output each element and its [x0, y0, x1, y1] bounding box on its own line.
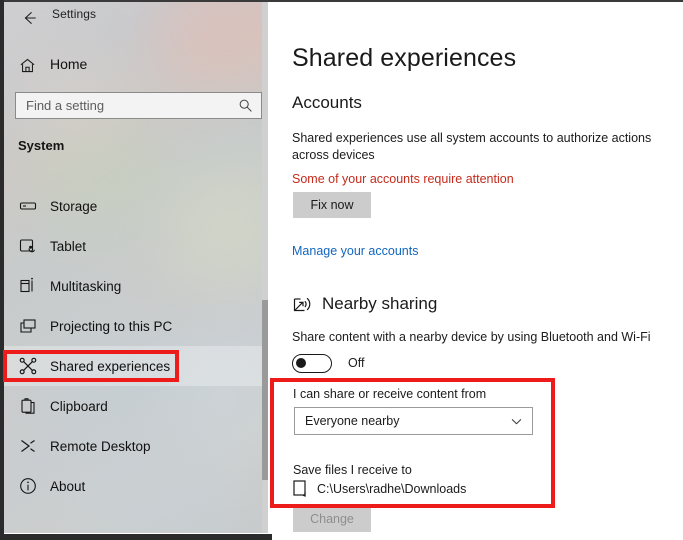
shared-experiences-icon	[18, 356, 38, 376]
save-files-path-value: C:\Users\radhe\Downloads	[317, 481, 467, 496]
settings-window: Settings Home Find a setting System Stor…	[0, 0, 683, 540]
accounts-warning-text: Some of your accounts require attention	[292, 172, 514, 186]
save-files-to-label: Save files I receive to	[293, 463, 412, 477]
accounts-heading: Accounts	[292, 93, 362, 112]
clipboard-icon	[18, 396, 38, 416]
share-from-selected-value: Everyone nearby	[305, 414, 400, 428]
tablet-icon	[18, 236, 38, 256]
sidebar-item-label: Remote Desktop	[50, 438, 151, 454]
sidebar-item-label: Tablet	[50, 238, 87, 254]
fix-now-button[interactable]: Fix now	[293, 192, 371, 218]
window-title: Settings	[52, 7, 97, 21]
remote-desktop-icon	[18, 436, 38, 456]
home-icon	[18, 56, 37, 75]
sidebar-home-label: Home	[50, 56, 88, 72]
projecting-icon	[18, 316, 38, 336]
search-placeholder-text: Find a setting	[26, 98, 105, 113]
sidebar-section-label: System	[18, 138, 65, 153]
save-files-path-row: C:\Users\radhe\Downloads	[293, 480, 466, 497]
nearby-sharing-icon	[292, 293, 314, 315]
search-input[interactable]: Find a setting	[15, 92, 262, 119]
sidebar-item-projecting-to-this-pc[interactable]: Projecting to this PC	[4, 306, 262, 346]
sidebar-item-label: Projecting to this PC	[50, 318, 173, 334]
page-title: Shared experiences	[292, 44, 517, 72]
chevron-down-icon	[510, 415, 523, 428]
nearby-sharing-toggle-state: Off	[348, 356, 365, 370]
nearby-sharing-toggle[interactable]	[292, 353, 332, 373]
search-icon[interactable]	[238, 98, 253, 113]
manage-your-accounts-link[interactable]: Manage your accounts	[292, 244, 418, 258]
sidebar-item-label: Multitasking	[50, 278, 122, 294]
title-bar: Settings	[4, 2, 262, 32]
sidebar-item-storage[interactable]: Storage	[4, 186, 262, 226]
sidebar-item-label: About	[50, 478, 86, 494]
share-from-dropdown[interactable]: Everyone nearby	[294, 407, 533, 435]
multitasking-icon	[18, 276, 38, 296]
window-bottom-border	[0, 534, 272, 540]
nearby-sharing-heading-row: Nearby sharing	[292, 293, 437, 315]
sidebar-item-tablet[interactable]: Tablet	[4, 226, 262, 266]
sidebar-item-shared-experiences[interactable]: Shared experiences	[4, 346, 262, 386]
nearby-sharing-toggle-row: Off	[292, 353, 364, 373]
sidebar-item-multitasking[interactable]: Multitasking	[4, 266, 262, 306]
sidebar-nav-list: Storage Tablet Multitasking Projecting t…	[4, 186, 262, 506]
storage-icon	[18, 196, 38, 216]
sidebar-item-remote-desktop[interactable]: Remote Desktop	[4, 426, 262, 466]
sidebar-item-home[interactable]: Home	[4, 52, 262, 80]
sidebar-item-label: Shared experiences	[50, 358, 171, 374]
back-arrow-icon[interactable]	[20, 9, 38, 27]
nearby-sharing-title: Nearby sharing	[322, 294, 438, 313]
sidebar-item-label: Storage	[50, 198, 98, 214]
folder-icon	[293, 480, 308, 497]
sidebar: Settings Home Find a setting System Stor…	[4, 2, 262, 533]
about-info-icon	[18, 476, 38, 496]
accounts-description: Shared experiences use all system accoun…	[292, 131, 652, 162]
main-content: Shared experiences Accounts Shared exper…	[272, 2, 683, 540]
nearby-sharing-description: Share content with a nearby device by us…	[292, 330, 651, 344]
sidebar-item-about[interactable]: About	[4, 466, 262, 506]
toggle-knob	[296, 357, 306, 368]
sidebar-item-clipboard[interactable]: Clipboard	[4, 386, 262, 426]
share-from-label: I can share or receive content from	[293, 387, 487, 401]
sidebar-item-label: Clipboard	[50, 398, 108, 414]
change-folder-button[interactable]: Change	[293, 506, 371, 532]
